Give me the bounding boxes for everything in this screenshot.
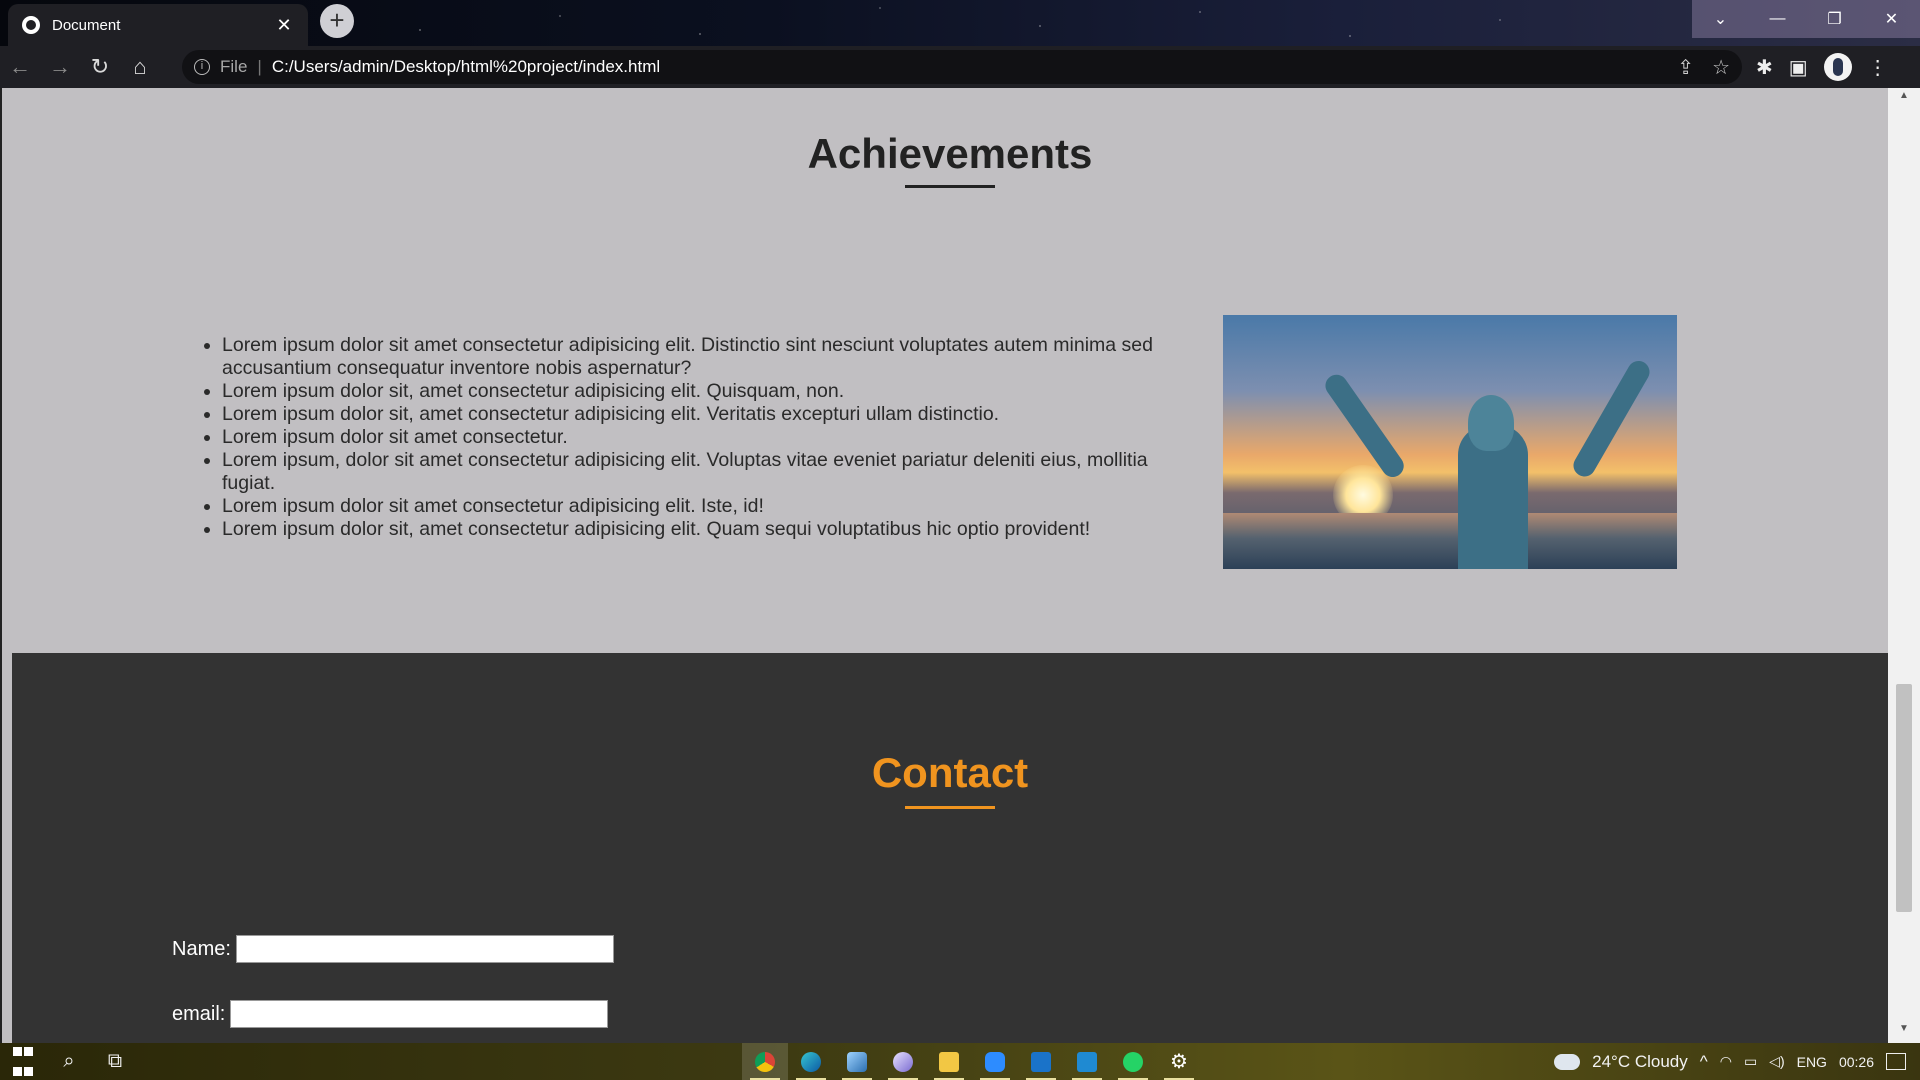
info-icon[interactable]: i [194, 59, 210, 75]
photo-sea [1223, 513, 1677, 569]
back-button[interactable]: ← [0, 47, 40, 87]
edge-icon[interactable] [788, 1043, 834, 1080]
list-item: Lorem ipsum dolor sit amet consectetur a… [222, 495, 1202, 518]
list-item: Lorem ipsum dolor sit amet consectetur. [222, 426, 1202, 449]
contact-title: Contact [871, 749, 1029, 796]
menu-icon[interactable]: ⋮ [1868, 55, 1888, 80]
language-indicator[interactable]: ENG [1797, 1054, 1827, 1070]
task-view-icon[interactable]: ⧉ [92, 1043, 138, 1080]
notification-icon[interactable] [1886, 1053, 1906, 1070]
achievements-list: Lorem ipsum dolor sit amet consectetur a… [222, 334, 1202, 541]
tab-title: Document [52, 16, 121, 34]
page-left-border [0, 88, 12, 1043]
photo-hood [1468, 395, 1514, 451]
scroll-up-arrow-icon[interactable]: ▲ [1888, 90, 1920, 108]
chevron-up-icon[interactable]: ^ [1700, 1052, 1708, 1072]
address-bar[interactable]: i File | C:/Users/admin/Desktop/html%20p… [182, 50, 1742, 84]
email-input[interactable] [230, 1000, 609, 1028]
address-separator: | [257, 57, 262, 76]
page-scrollbar[interactable]: ▲ ▼ [1888, 88, 1920, 1043]
list-item: Lorem ipsum dolor sit amet consectetur a… [222, 334, 1202, 380]
list-item: Lorem ipsum dolor sit, amet consectetur … [222, 518, 1202, 541]
system-tray: 24°C Cloudy ^ ◠ ▭ ◁) ENG 00:26 [1554, 1043, 1920, 1080]
scroll-down-arrow-icon[interactable]: ▼ [1888, 1023, 1920, 1041]
scroll-thumb[interactable] [1896, 684, 1912, 912]
taskbar-left: ⌕ ⧉ [0, 1043, 138, 1080]
name-row: Name: [172, 935, 614, 963]
chrome-icon[interactable] [742, 1043, 788, 1080]
reload-button[interactable]: ↻ [80, 47, 120, 87]
profile-avatar[interactable] [1823, 53, 1852, 81]
achievements-section: Achievements Lorem ipsum dolor sit amet … [12, 88, 1888, 653]
contact-section: Contact Name: email: [12, 653, 1888, 1043]
browser-toolbar: ← → ↻ ⌂ i File | C:/Users/admin/Desktop/… [0, 46, 1920, 88]
name-label: Name: [172, 937, 231, 960]
whatsapp-icon[interactable] [1110, 1043, 1156, 1080]
clock[interactable]: 00:26 [1839, 1054, 1874, 1070]
feather-icon[interactable] [880, 1043, 926, 1080]
achievement-photo [1223, 315, 1677, 569]
windows-start-icon[interactable] [0, 1043, 46, 1080]
window-controls: ⌄ — ❐ ✕ [1692, 0, 1920, 38]
wifi-icon[interactable]: ◠ [1720, 1053, 1732, 1070]
search-icon[interactable]: ⌕ [46, 1043, 92, 1080]
list-item: Lorem ipsum, dolor sit amet consectetur … [222, 449, 1202, 495]
globe-icon [22, 16, 40, 34]
toolbar-icons: ✱ ▣ ⋮ [1756, 53, 1888, 81]
address-url[interactable]: C:/Users/admin/Desktop/html%20project/in… [272, 57, 1659, 77]
tab-search-icon[interactable]: ⌄ [1692, 0, 1749, 38]
name-input[interactable] [235, 935, 614, 963]
share-icon[interactable]: ⇪ [1677, 55, 1694, 80]
email-row: email: [172, 1000, 609, 1028]
battery-icon[interactable]: ▭ [1744, 1053, 1757, 1070]
contact-underline [905, 806, 995, 809]
weather-text[interactable]: 24°C Cloudy [1592, 1052, 1688, 1072]
browser-tab[interactable]: Document ✕ [8, 4, 308, 46]
address-scheme: File [220, 57, 248, 76]
zoom-icon[interactable] [972, 1043, 1018, 1080]
volume-icon[interactable]: ◁) [1769, 1053, 1784, 1070]
email-label: email: [172, 1002, 226, 1025]
new-tab-button[interactable]: + [320, 4, 354, 38]
achievements-title: Achievements [807, 130, 1093, 177]
close-window-button[interactable]: ✕ [1863, 0, 1920, 38]
mail-icon[interactable] [1018, 1043, 1064, 1080]
side-panel-icon[interactable]: ▣ [1789, 55, 1808, 80]
app-icon[interactable] [834, 1043, 880, 1080]
forward-button[interactable]: → [40, 47, 80, 87]
page-viewport: Achievements Lorem ipsum dolor sit amet … [0, 88, 1920, 1043]
settings-icon[interactable]: ⚙ [1156, 1043, 1202, 1080]
home-button[interactable]: ⌂ [120, 47, 160, 87]
achievements-underline [905, 185, 995, 188]
extensions-icon[interactable]: ✱ [1756, 55, 1773, 80]
page-frame: Achievements Lorem ipsum dolor sit amet … [0, 88, 1888, 1043]
photo-arm-right [1569, 356, 1654, 481]
taskbar-apps: ⚙ [742, 1043, 1202, 1080]
browser-titlebar: Document ✕ + ⌄ — ❐ ✕ [0, 0, 1920, 46]
restore-button[interactable]: ❐ [1806, 0, 1863, 38]
cloud-icon[interactable] [1554, 1053, 1581, 1070]
bookmark-star-icon[interactable]: ☆ [1712, 55, 1730, 80]
list-item: Lorem ipsum dolor sit, amet consectetur … [222, 403, 1202, 426]
file-explorer-icon[interactable] [926, 1043, 972, 1080]
vscode-icon[interactable] [1064, 1043, 1110, 1080]
list-item: Lorem ipsum dolor sit, amet consectetur … [222, 380, 1202, 403]
minimize-button[interactable]: — [1749, 0, 1806, 38]
taskbar: ⌕ ⧉ ⚙ 24°C Cloudy ^ ◠ ▭ ◁) ENG 00:26 [0, 1043, 1920, 1080]
close-tab-icon[interactable]: ✕ [274, 15, 294, 36]
